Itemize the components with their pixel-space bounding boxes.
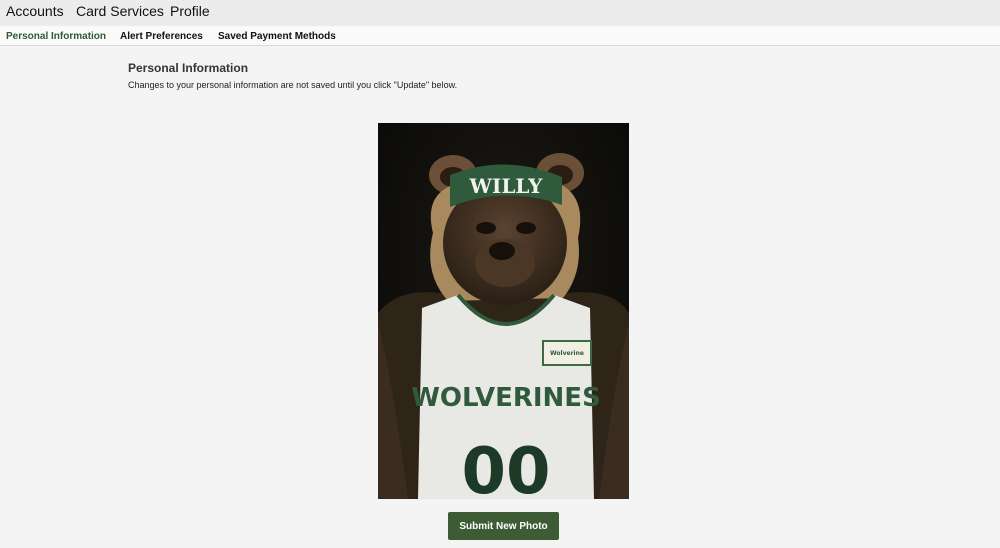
nose <box>489 242 515 260</box>
submit-new-photo-button[interactable]: Submit New Photo <box>448 512 559 540</box>
profile-subnav: Personal Information Alert Preferences S… <box>0 26 1000 46</box>
patch-text: Wolverine <box>550 350 584 357</box>
tab-saved-payment-methods[interactable]: Saved Payment Methods <box>218 31 336 42</box>
nav-profile[interactable]: Profile <box>170 3 210 19</box>
jersey-number: 00 <box>461 435 550 499</box>
nav-card-services[interactable]: Card Services <box>76 3 164 19</box>
page-title: Personal Information <box>128 61 249 75</box>
nav-accounts[interactable]: Accounts <box>6 3 64 19</box>
tab-personal-information[interactable]: Personal Information <box>6 31 106 42</box>
headband-text: WILLY <box>469 174 544 198</box>
tab-alert-preferences[interactable]: Alert Preferences <box>120 31 203 42</box>
top-navigation: Accounts Card Services Profile <box>0 0 1000 26</box>
mascot-illustration: WILLY Wolverine WOLVERINES 00 <box>378 123 629 499</box>
page-description: Changes to your personal information are… <box>128 80 458 90</box>
jersey-text: WOLVERINES <box>411 383 601 413</box>
profile-photo: WILLY Wolverine WOLVERINES 00 <box>378 123 629 499</box>
